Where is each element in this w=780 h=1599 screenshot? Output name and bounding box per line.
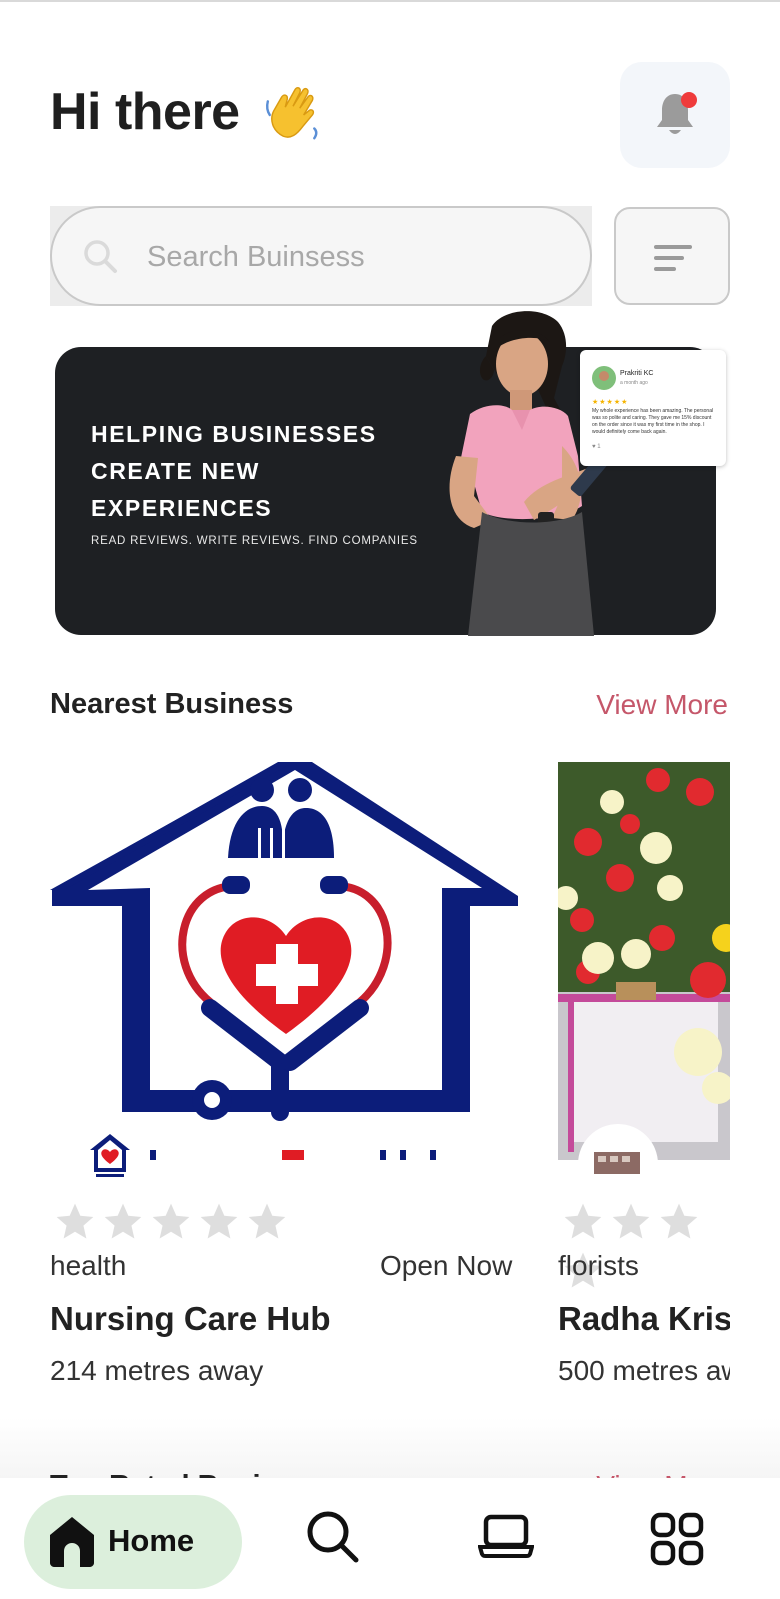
nav-home-tab[interactable]: Home	[24, 1495, 242, 1589]
star-icon	[200, 1203, 238, 1239]
reviewer-avatar	[592, 366, 616, 390]
filter-button[interactable]	[614, 207, 730, 305]
laptop-icon[interactable]	[478, 1514, 534, 1558]
banner-headline-line3: EXPERIENCES	[91, 495, 273, 521]
waving-hand-icon	[265, 86, 318, 140]
bell-icon	[657, 92, 697, 134]
open-status: Open Now	[380, 1250, 513, 1281]
top-rated-section: Top Rated Business View More	[0, 1418, 780, 1478]
review-card: Prakriti KC a month ago ★★★★★ My whole e…	[580, 350, 726, 466]
search-input[interactable]	[147, 236, 567, 278]
rating-stars-nursing	[52, 1200, 292, 1246]
review-stars: ★★★★★	[592, 399, 629, 406]
notification-button[interactable]	[620, 62, 730, 168]
business-category: health	[50, 1250, 127, 1281]
business-name[interactable]: Radha Krishna	[558, 1300, 730, 1338]
view-more-link[interactable]: View More	[596, 689, 728, 721]
section-title-nearest: Nearest Business	[50, 688, 294, 720]
star-icon	[612, 1203, 650, 1239]
business-image-nursing[interactable]	[50, 762, 520, 1160]
rating-stars-florist	[560, 1200, 730, 1288]
status-divider	[0, 0, 780, 2]
review-like-count: ♥ 1	[592, 444, 601, 450]
section-title-top-rated: Top Rated Business	[50, 1470, 327, 1478]
review-text: My whole experience has been amazing. Th…	[592, 408, 714, 435]
search-bar[interactable]	[50, 206, 592, 306]
flowers-image	[558, 762, 730, 1160]
business-distance: 214 metres away	[50, 1355, 264, 1386]
search-icon[interactable]	[304, 1508, 360, 1564]
review-time: a month ago	[620, 380, 648, 386]
nav-home-label: Home	[108, 1523, 195, 1558]
banner-subtitle: READ REVIEWS. WRITE REVIEWS. FIND COMPAN…	[91, 535, 418, 547]
banner-headline-line2: CREATE NEW	[91, 458, 260, 484]
search-icon	[84, 240, 117, 273]
star-icon	[660, 1203, 698, 1239]
view-more-link-top-rated[interactable]: View More	[596, 1470, 728, 1478]
business-image-florist[interactable]	[558, 762, 730, 1160]
business-card-florist-details[interactable]: florists Radha Krishna 500 metres away	[558, 1190, 730, 1410]
star-icon	[248, 1203, 286, 1239]
star-icon	[104, 1203, 142, 1239]
banner-headline-line1: HELPING BUSINESSES	[91, 421, 377, 447]
nursing-logo-image	[50, 762, 518, 1160]
star-icon	[152, 1203, 190, 1239]
search-container	[50, 206, 592, 306]
greeting-title: Hi there	[50, 83, 240, 141]
notification-dot	[681, 92, 697, 108]
business-avatar-nursing	[80, 1124, 140, 1184]
star-icon	[564, 1203, 602, 1239]
star-icon	[56, 1203, 94, 1239]
reviewer-name: Prakriti KC	[620, 370, 654, 377]
bottom-navigation: Home	[0, 1480, 780, 1599]
business-name[interactable]: Nursing Care Hub	[50, 1300, 331, 1338]
business-distance: 500 metres away	[558, 1355, 730, 1386]
grid-icon[interactable]	[650, 1512, 704, 1566]
home-icon	[50, 1517, 94, 1567]
business-category: florists	[558, 1250, 639, 1281]
